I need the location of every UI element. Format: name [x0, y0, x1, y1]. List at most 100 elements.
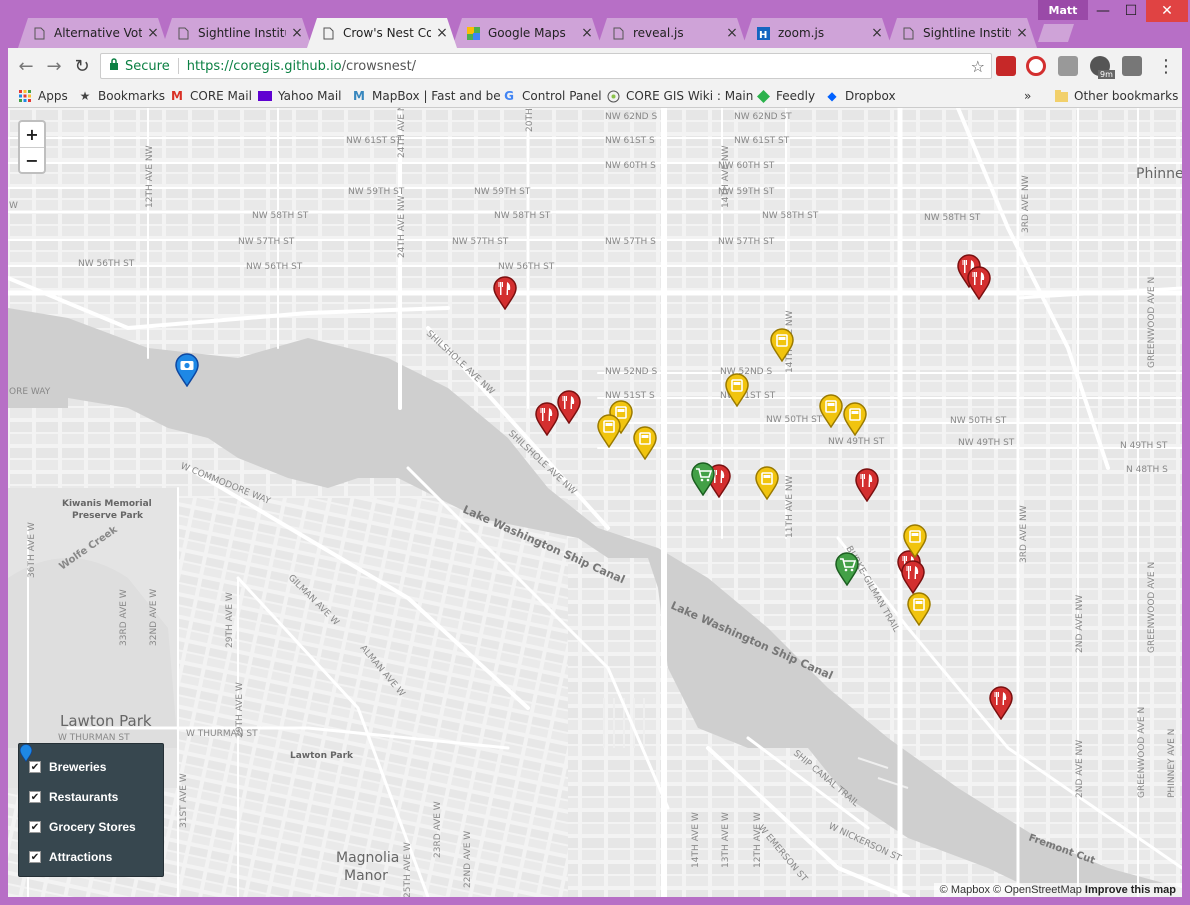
restaurants-checkbox[interactable]: ✔ — [29, 791, 41, 803]
bookmark-core-gis-wiki[interactable]: CORE GIS Wiki : Main — [606, 87, 753, 105]
tab-zoomjs[interactable]: H zoom.js × — [742, 18, 892, 48]
svg-text:H: H — [759, 30, 767, 40]
street-label: NW 62ND S — [605, 112, 657, 122]
tab-strip: Alternative Voting × Sightline Institute… — [0, 0, 1190, 48]
tab-title: Alternative Voting — [54, 26, 142, 40]
place-label: Kiwanis Memorial — [62, 499, 152, 509]
restaurant-marker[interactable] — [854, 468, 880, 502]
street-label: NW 57TH ST — [452, 237, 509, 247]
street-label: NW 57TH ST — [718, 237, 775, 247]
attraction-marker[interactable] — [174, 353, 200, 387]
street-label: NW 62ND ST — [734, 112, 792, 122]
pocket-icon[interactable] — [1122, 56, 1142, 76]
legend-item-attractions[interactable]: ✔ Attractions — [19, 744, 153, 872]
close-icon[interactable]: × — [580, 25, 594, 41]
page-icon — [176, 26, 190, 40]
bookmark-mapbox[interactable]: M MapBox | Fast and be — [352, 87, 501, 105]
tab-revealjs[interactable]: reveal.js × — [597, 18, 747, 48]
brewery-marker[interactable] — [632, 426, 658, 460]
bookmark-feedly[interactable]: Feedly — [756, 87, 815, 105]
close-icon[interactable]: × — [290, 25, 304, 41]
place-label: Manor — [344, 868, 388, 884]
tab-crows-nest[interactable]: Crow's Nest Coffee × — [307, 18, 457, 48]
other-bookmarks[interactable]: Other bookmarks — [1054, 87, 1178, 105]
brewery-marker[interactable] — [769, 328, 795, 362]
street-label: 11TH AVE NW — [785, 475, 795, 538]
yahoo-icon — [258, 89, 272, 103]
bookmark-star-icon[interactable]: ☆ — [971, 57, 985, 76]
mapbox-credit[interactable]: © Mapbox — [940, 884, 990, 896]
grocery-marker[interactable] — [834, 552, 860, 586]
page-icon — [321, 26, 335, 40]
h-icon: H — [756, 26, 770, 40]
legend-item-restaurants[interactable]: ✔ Restaurants — [19, 744, 153, 812]
extension-icon[interactable] — [1058, 56, 1078, 76]
restaurant-marker[interactable] — [966, 266, 992, 300]
reload-icon[interactable]: ↻ — [70, 54, 94, 78]
acrobat-icon[interactable] — [996, 56, 1016, 76]
close-icon[interactable]: × — [435, 25, 449, 41]
restaurant-marker[interactable] — [900, 560, 926, 594]
tab-google-maps[interactable]: Google Maps × — [452, 18, 602, 48]
address-bar[interactable]: Secure https://coregis.github.io/crowsne… — [100, 53, 992, 79]
toolbar: ← → ↻ Secure https://coregis.github.io/c… — [8, 48, 1182, 84]
tab-title: reveal.js — [633, 26, 684, 40]
street-label: PHINNEY AVE N — [1167, 729, 1177, 798]
bookmark-label: CORE Mail — [190, 89, 252, 103]
street-label: 29TH AVE W — [225, 592, 235, 648]
close-icon[interactable]: × — [146, 25, 160, 41]
improve-map-link[interactable]: Improve this map — [1085, 884, 1176, 896]
url-path: /crowsnest/ — [341, 58, 417, 74]
map-canvas[interactable]: NW 62ND S NW 62ND ST NW 61ST ST NW 61ST … — [8, 108, 1182, 897]
page-icon — [611, 26, 625, 40]
grocery-checkbox[interactable]: ✔ — [29, 821, 41, 833]
street-label: 33RD AVE W — [119, 589, 129, 646]
zoom-out-button[interactable]: − — [20, 147, 44, 172]
new-tab-button[interactable] — [1038, 24, 1074, 42]
gmail-icon: M — [171, 89, 183, 103]
legend-item-breweries[interactable]: ✔ Breweries — [19, 744, 153, 782]
attractions-checkbox[interactable]: ✔ — [29, 851, 41, 863]
bookmark-core-mail[interactable]: M CORE Mail — [170, 87, 252, 105]
breweries-checkbox[interactable]: ✔ — [29, 761, 41, 773]
close-icon[interactable]: × — [870, 25, 884, 41]
bookmark-label: Apps — [38, 89, 68, 103]
brewery-marker[interactable] — [906, 592, 932, 626]
bookmark-yahoo-mail[interactable]: Yahoo Mail — [258, 87, 342, 105]
grocery-marker[interactable] — [690, 462, 716, 496]
opera-icon[interactable] — [1026, 56, 1046, 76]
forward-icon[interactable]: → — [42, 54, 66, 78]
bookmark-bookmarks[interactable]: ★ Bookmarks — [78, 87, 165, 105]
legend-label: Breweries — [49, 760, 107, 774]
restaurant-marker[interactable] — [556, 390, 582, 424]
brewery-marker[interactable] — [902, 524, 928, 558]
back-icon[interactable]: ← — [14, 54, 38, 78]
bookmarks-overflow-button[interactable]: » — [1024, 87, 1031, 105]
brewery-marker[interactable] — [842, 402, 868, 436]
close-icon[interactable]: × — [1015, 25, 1029, 41]
street-label: NW 56TH ST — [246, 262, 303, 272]
tab-sightline-2[interactable]: Sightline Institute × — [887, 18, 1037, 48]
close-icon[interactable]: × — [725, 25, 739, 41]
brewery-marker[interactable] — [596, 414, 622, 448]
bookmark-apps[interactable]: Apps — [18, 87, 68, 105]
tab-alternative-voting[interactable]: Alternative Voting × — [18, 18, 168, 48]
brewery-marker[interactable] — [754, 466, 780, 500]
place-label: Lawton Park — [60, 712, 152, 730]
bookmark-label: Control Panel — [522, 89, 602, 103]
restaurant-marker[interactable] — [492, 276, 518, 310]
street-label: NW 61ST ST — [734, 136, 790, 146]
osm-credit[interactable]: © OpenStreetMap — [993, 884, 1082, 896]
tab-sightline-1[interactable]: Sightline Institute × — [162, 18, 312, 48]
bookmark-control-panel[interactable]: G Control Panel — [502, 87, 602, 105]
street-label: 24TH AVE NW — [397, 195, 407, 258]
menu-icon[interactable]: ⋮ — [1154, 54, 1178, 78]
street-label: NW 57TH ST — [238, 237, 295, 247]
bookmark-dropbox[interactable]: ◆ Dropbox — [825, 87, 895, 105]
legend-item-grocery-stores[interactable]: ✔ Grocery Stores — [19, 744, 153, 842]
restaurant-marker[interactable] — [988, 686, 1014, 720]
browser-window: Matt — ☐ ✕ Alternative Voting × Sightlin… — [0, 0, 1190, 905]
brewery-marker[interactable] — [724, 373, 750, 407]
brewery-marker[interactable] — [818, 394, 844, 428]
zoom-in-button[interactable]: + — [20, 122, 44, 147]
